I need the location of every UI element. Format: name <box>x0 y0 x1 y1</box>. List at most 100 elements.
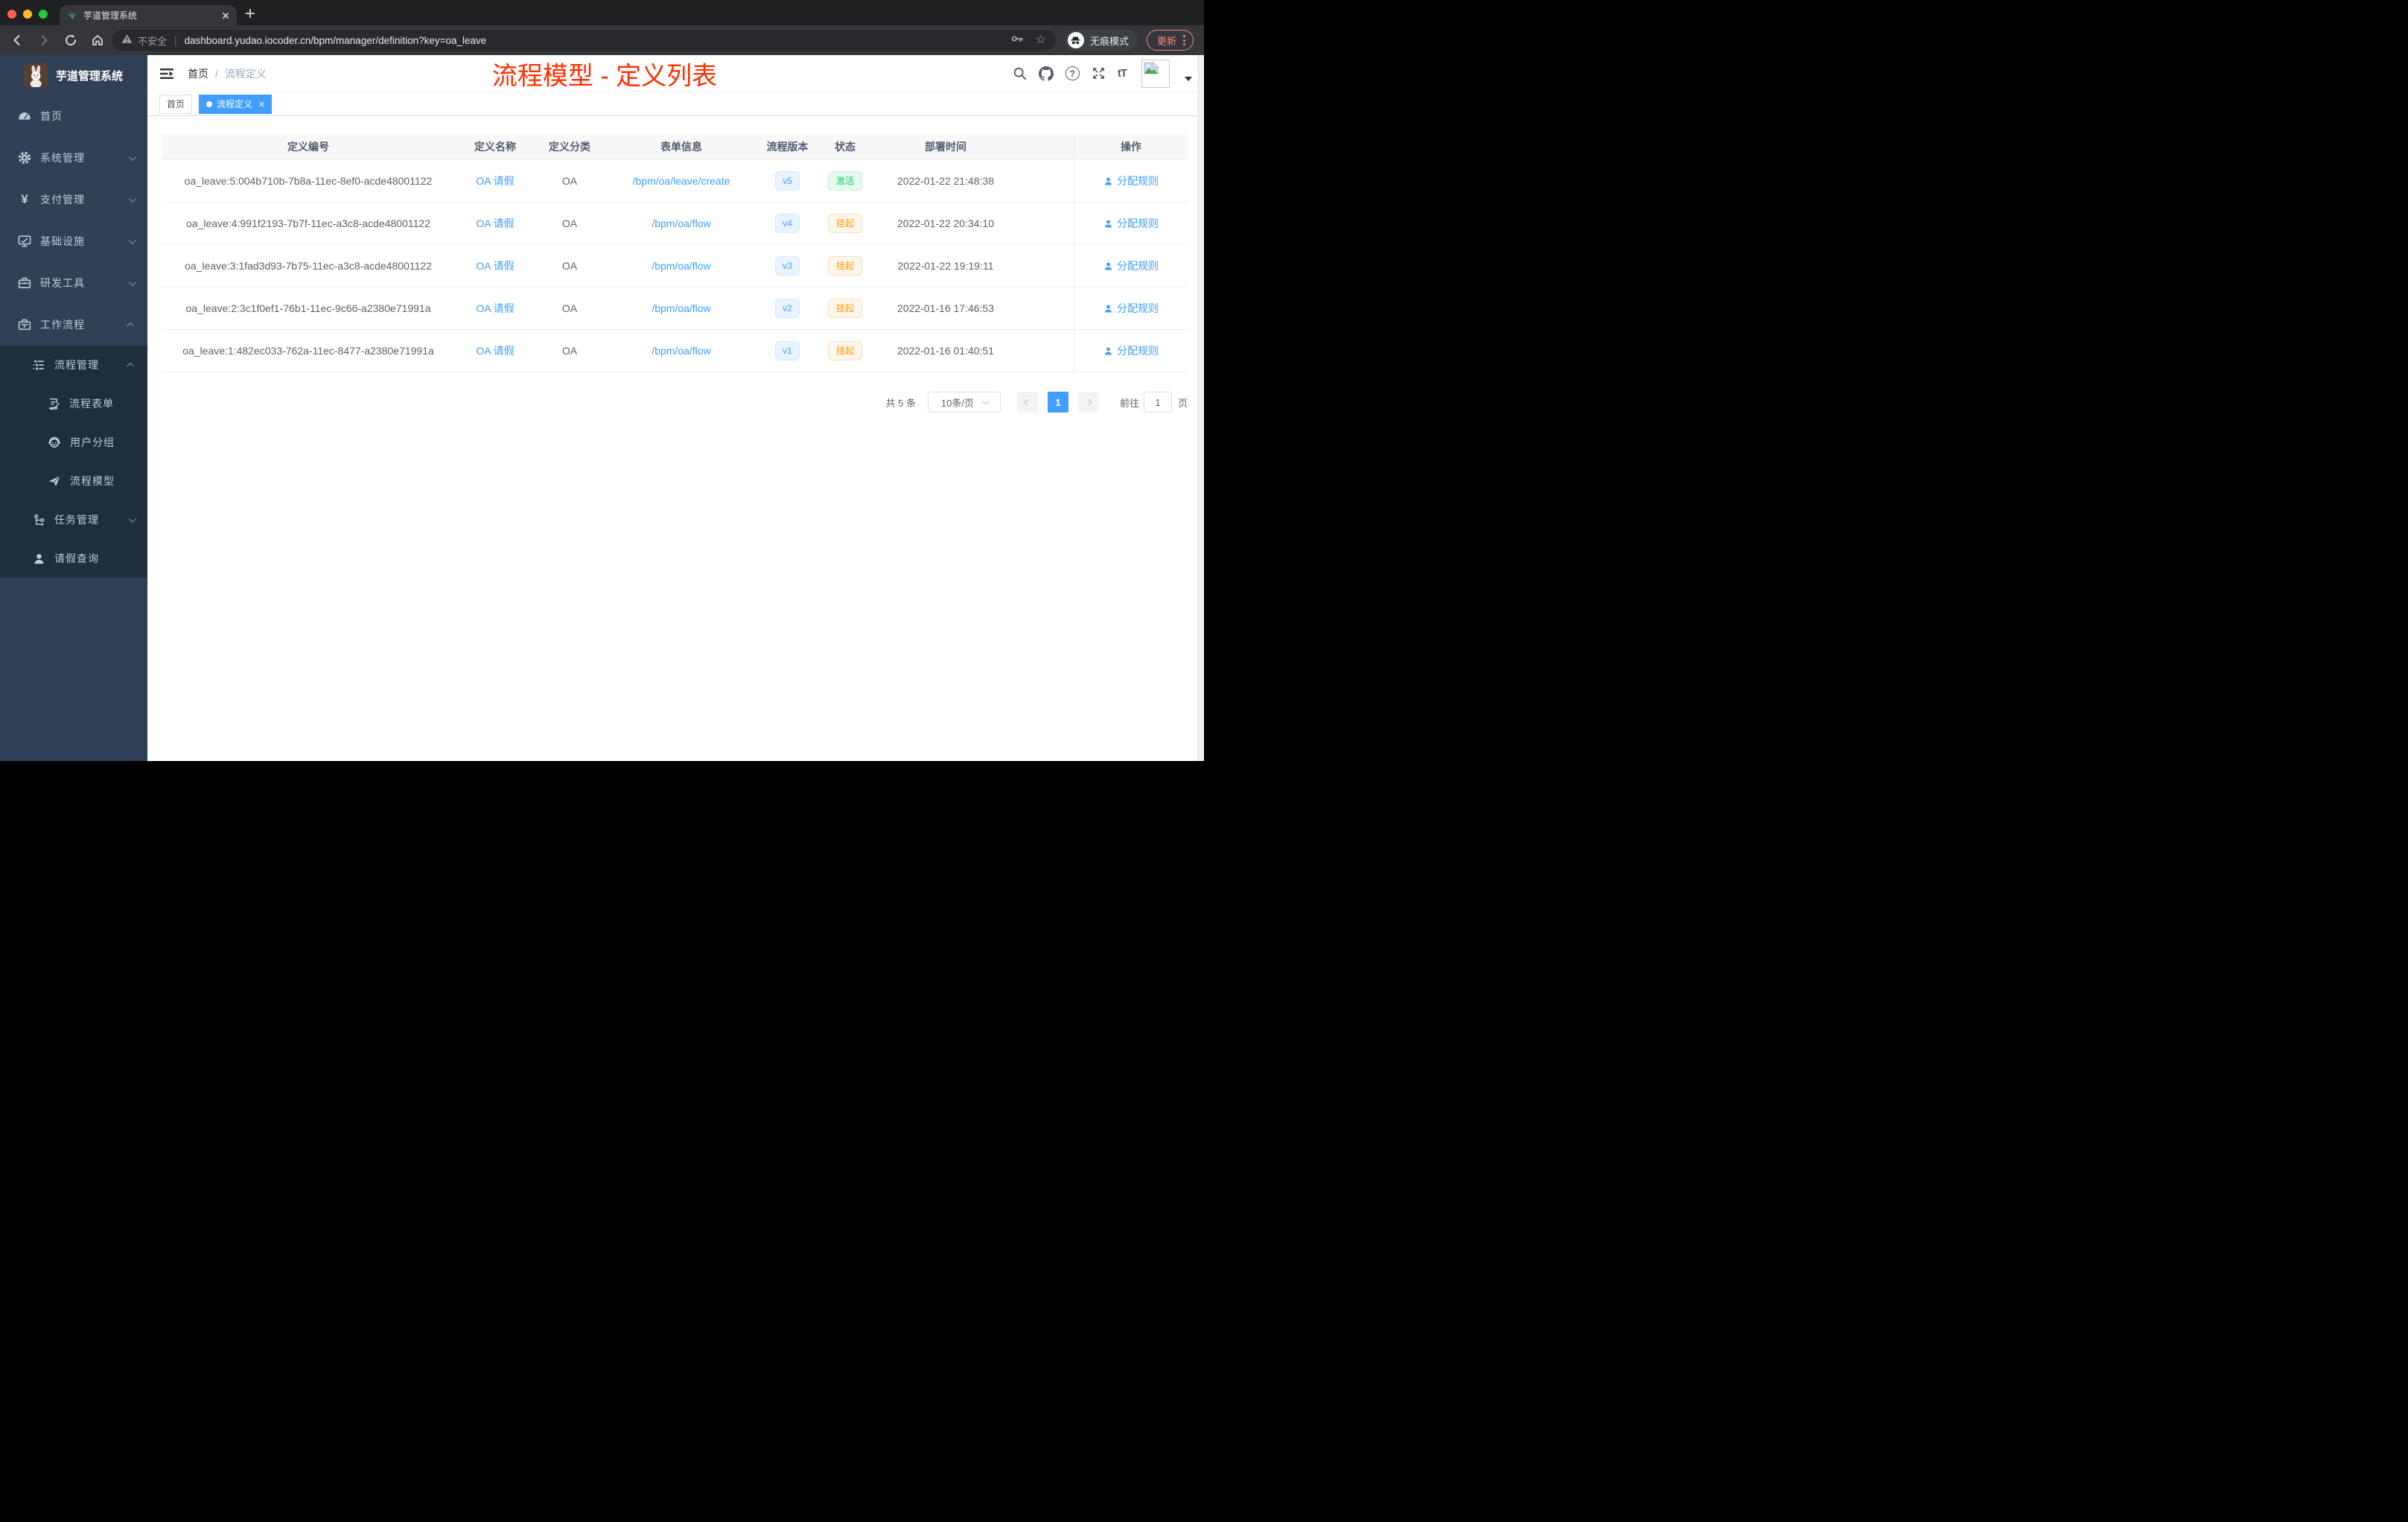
chevron-down-icon <box>128 278 136 286</box>
close-window-button[interactable] <box>7 10 16 19</box>
assign-rule-button[interactable]: 分配规则 <box>1117 258 1159 273</box>
home-icon[interactable] <box>91 34 104 47</box>
definition-category: OA <box>561 217 578 229</box>
assign-rule-button[interactable]: 分配规则 <box>1117 301 1159 316</box>
chevron-down-icon <box>128 236 136 244</box>
hamburger-icon[interactable] <box>159 66 174 81</box>
page-size-select[interactable]: 10条/页 <box>927 392 1001 413</box>
current-page-button[interactable]: 1 <box>1047 392 1068 413</box>
bookmark-star-icon[interactable]: ☆ <box>1036 34 1046 46</box>
sidebar-item-devtools[interactable]: 研发工具 <box>0 262 147 304</box>
pagination: 共 5 条 10条/页 1 前往 1 页 <box>162 392 1188 413</box>
sidebar-logo[interactable]: 芋道管理系统 <box>0 55 147 95</box>
col-definition-category: 定义分类 <box>549 141 590 153</box>
sidebar-item-infra[interactable]: 基础设施 <box>0 220 147 262</box>
app-navbar: 首页 / 流程定义 流程模型 - 定义列表 ? tT <box>147 55 1204 92</box>
sidebar-item-process-form[interactable]: 流程表单 <box>0 384 147 423</box>
status-badge: 挂起 <box>827 341 862 360</box>
assign-rule-button[interactable]: 分配规则 <box>1117 216 1159 231</box>
prev-page-button[interactable] <box>1016 392 1038 413</box>
chevron-up-icon <box>127 362 135 370</box>
version-badge: v4 <box>775 214 800 233</box>
definition-name-link[interactable]: OA 请假 <box>476 217 514 229</box>
form-link[interactable]: /bpm/oa/flow <box>652 302 710 314</box>
reload-icon[interactable] <box>64 34 77 47</box>
app-title: 芋道管理系统 <box>56 69 124 83</box>
app-root: 芋道管理系统 首页 系统管理 ¥ 支付管理 基础设施 研发工具 工作流程 流程管… <box>0 55 1204 761</box>
security-label[interactable]: 不安全 <box>138 34 167 48</box>
tag-home[interactable]: 首页 <box>159 94 193 114</box>
avatar[interactable] <box>1141 59 1170 88</box>
sidebar-item-task-mgmt[interactable]: 任务管理 <box>0 500 147 539</box>
definition-name-link[interactable]: OA 请假 <box>476 260 514 272</box>
breadcrumb-separator: / <box>215 67 218 80</box>
definition-name-link[interactable]: OA 请假 <box>476 345 514 357</box>
goto-page-input[interactable]: 1 <box>1143 392 1172 413</box>
tag-close-icon[interactable] <box>258 101 264 107</box>
font-size-icon[interactable]: tT <box>1118 67 1127 80</box>
breadcrumb-home[interactable]: 首页 <box>188 66 208 81</box>
chrome-update-button[interactable]: 更新 <box>1146 30 1194 51</box>
sidebar-item-leave-query[interactable]: 请假查询 <box>0 539 147 578</box>
github-icon[interactable] <box>1038 66 1054 81</box>
sidebar-item-home[interactable]: 首页 <box>0 95 147 137</box>
key-icon[interactable] <box>1011 34 1024 48</box>
browser-tab[interactable]: 芋道管理系统 <box>60 5 237 25</box>
sidebar-item-payment[interactable]: ¥ 支付管理 <box>0 179 147 220</box>
breadcrumb: 首页 / 流程定义 <box>188 66 267 81</box>
col-process-version: 流程版本 <box>766 141 809 153</box>
sidebar-item-user-group[interactable]: 用户分组 <box>0 423 147 462</box>
dashboard-icon <box>18 109 31 123</box>
tag-process-definition[interactable]: 流程定义 <box>199 94 273 114</box>
favicon-leaf-icon <box>67 10 77 21</box>
org-tree-icon <box>33 514 45 526</box>
form-link[interactable]: /bpm/oa/flow <box>652 345 710 357</box>
user-icon <box>1104 220 1112 228</box>
address-bar[interactable]: 不安全 | dashboard.yudao.iocoder.cn/bpm/man… <box>112 30 1056 51</box>
toolbox-icon <box>18 276 31 290</box>
new-tab-button[interactable] <box>246 9 255 18</box>
search-icon[interactable] <box>1013 66 1027 80</box>
warning-icon[interactable] <box>121 34 133 48</box>
back-icon[interactable] <box>10 34 24 47</box>
fullscreen-icon[interactable] <box>1092 66 1106 80</box>
next-page-button[interactable] <box>1077 392 1099 413</box>
form-link[interactable]: /bpm/oa/flow <box>652 217 710 229</box>
sidebar-item-system[interactable]: 系统管理 <box>0 137 147 179</box>
table-row: oa_leave:2:3c1f0ef1-76b1-11ec-9c66-a2380… <box>162 287 1188 330</box>
tab-close-icon[interactable] <box>222 12 229 19</box>
page-unit-label: 页 <box>1177 397 1188 409</box>
pagination-total: 共 5 条 <box>885 397 916 409</box>
definition-name-link[interactable]: OA 请假 <box>476 302 514 314</box>
version-badge: v3 <box>775 256 800 276</box>
browser-toolbar: 不安全 | dashboard.yudao.iocoder.cn/bpm/man… <box>0 25 1204 55</box>
form-link[interactable]: /bpm/oa/leave/create <box>633 175 730 187</box>
browser-titlebar: 芋道管理系统 <box>0 0 1204 25</box>
url-text[interactable]: dashboard.yudao.iocoder.cn/bpm/manager/d… <box>185 35 1004 46</box>
paper-plane-icon <box>48 474 61 488</box>
sidebar-item-process-mgmt[interactable]: 流程管理 <box>0 346 147 384</box>
sidebar-item-process-model[interactable]: 流程模型 <box>0 462 147 500</box>
caret-down-icon[interactable] <box>1185 76 1192 81</box>
sidebar-item-workflow[interactable]: 工作流程 <box>0 304 147 346</box>
definition-name-link[interactable]: OA 请假 <box>476 175 514 187</box>
workflow-submenu: 流程管理 流程表单 用户分组 流程模型 任务管理 请假查询 <box>0 346 147 578</box>
table-header-row: 定义编号 定义名称 定义分类 表单信息 流程版本 状态 部署时间 操作 <box>162 134 1188 160</box>
assign-rule-button[interactable]: 分配规则 <box>1117 173 1159 188</box>
sidebar: 芋道管理系统 首页 系统管理 ¥ 支付管理 基础设施 研发工具 工作流程 流程管… <box>0 55 147 761</box>
form-link[interactable]: /bpm/oa/flow <box>652 260 710 272</box>
table-row: oa_leave:5:004b710b-7b8a-11ec-8ef0-acde4… <box>162 160 1188 203</box>
logo-avatar <box>24 63 48 87</box>
question-icon[interactable]: ? <box>1065 66 1080 80</box>
page-scrollbar[interactable] <box>1198 55 1204 761</box>
definition-category: OA <box>561 345 578 357</box>
monitor-icon <box>18 235 31 248</box>
maximize-window-button[interactable] <box>39 10 48 19</box>
minimize-window-button[interactable] <box>23 10 32 19</box>
definition-id: oa_leave:3:1fad3d93-7b75-11ec-a3c8-acde4… <box>185 260 432 272</box>
assign-rule-button[interactable]: 分配规则 <box>1117 343 1159 358</box>
forward-icon[interactable] <box>37 34 51 47</box>
chrome-menu-icon[interactable] <box>1183 35 1185 45</box>
page-content: 定义编号 定义名称 定义分类 表单信息 流程版本 状态 部署时间 操作 oa_l… <box>147 116 1204 761</box>
definition-id: oa_leave:4:991f2193-7b7f-11ec-a3c8-acde4… <box>186 217 430 229</box>
